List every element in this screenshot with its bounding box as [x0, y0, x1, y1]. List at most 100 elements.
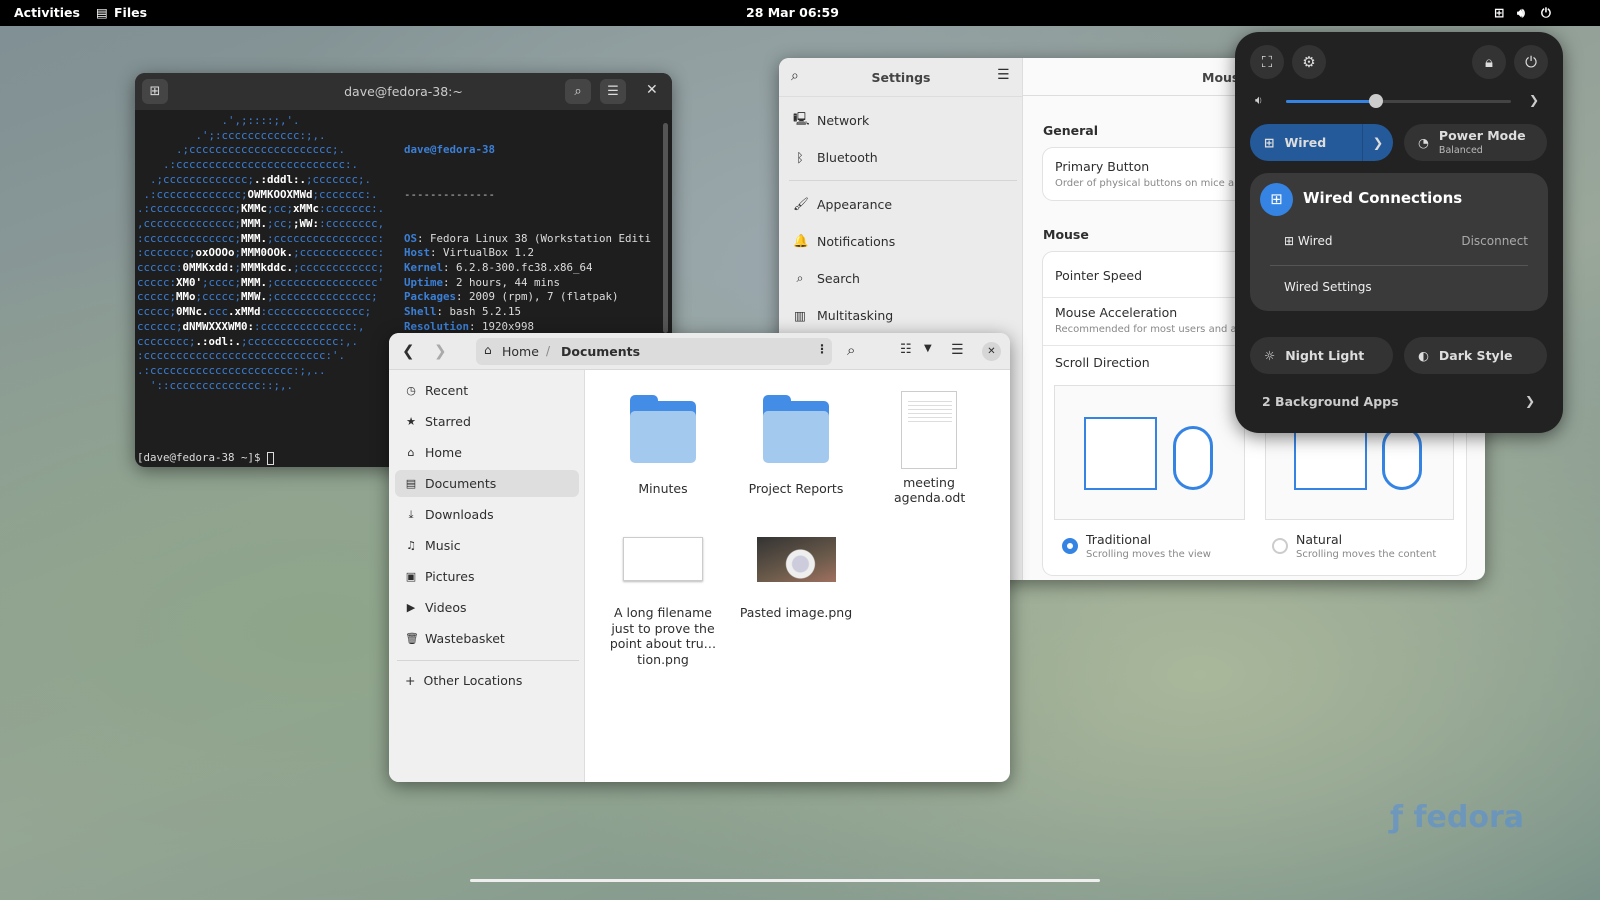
menu-icon[interactable]: ☰: [600, 79, 626, 104]
background-apps-button[interactable]: 2 Background Apps: [1262, 394, 1399, 409]
forward-button[interactable]: ❯: [434, 342, 447, 360]
clock[interactable]: 28 Mar 06:59: [746, 5, 839, 20]
network-wired-icon: ⊞: [1260, 183, 1293, 216]
screenshot-icon[interactable]: ⛶: [1250, 45, 1284, 79]
sidebar-item-label: Home: [425, 445, 462, 460]
wired-expand-button[interactable]: ❯: [1362, 124, 1393, 161]
music-icon: ♫: [406, 539, 416, 552]
app-menu[interactable]: Files: [114, 5, 147, 20]
general-heading: General: [1043, 123, 1098, 138]
file-item-pasted-image[interactable]: Pasted image.png: [731, 537, 861, 620]
menu-icon[interactable]: ☰: [997, 67, 1010, 83]
network-icon[interactable]: ⊞: [1494, 5, 1504, 20]
sidebar-item-recent[interactable]: ◷ Recent: [395, 377, 579, 404]
file-item-minutes[interactable]: Minutes: [598, 395, 728, 496]
lock-icon[interactable]: 🔒︎: [1472, 45, 1506, 79]
wired-settings-button[interactable]: Wired Settings: [1284, 280, 1372, 294]
terminal-header: ⊞ dave@fedora-38:~ ⌕ ☰ ✕: [135, 73, 672, 110]
sidebar-item-network[interactable]: 🖳 Network: [793, 110, 869, 130]
sidebar-item-other-locations[interactable]: + Other Locations: [395, 667, 579, 694]
disconnect-button[interactable]: Disconnect: [1461, 234, 1528, 248]
power-icon[interactable]: ⏻: [1541, 5, 1551, 21]
search-icon[interactable]: ⌕: [847, 341, 855, 359]
files-window[interactable]: ❮ ❯ ⌂ Home / Documents ⋮ ⌕ ☷ ▼ ☰ ✕ ◷ Rece…: [389, 333, 1010, 782]
scroll-direction-label: Scroll Direction: [1055, 355, 1150, 370]
notifications-icon: 🔔: [793, 233, 809, 248]
scrollbar[interactable]: [663, 123, 668, 333]
file-name: A long filename just to prove the point …: [609, 605, 717, 667]
traditional-radio[interactable]: [1062, 538, 1078, 554]
mouse-heading: Mouse: [1043, 227, 1089, 242]
sidebar-item-pictures[interactable]: ▣ Pictures: [395, 563, 579, 590]
sidebar-item-wastebasket[interactable]: 🗑 Wastebasket: [395, 625, 579, 652]
night-light-label: Night Light: [1285, 348, 1365, 363]
pointer-speed-row[interactable]: Pointer Speed: [1055, 268, 1142, 283]
night-light-toggle[interactable]: ☼ Night Light: [1250, 337, 1393, 374]
chevron-right-icon[interactable]: ❯: [1529, 93, 1539, 107]
files-app-icon: ▤: [96, 5, 108, 20]
document-thumbnail: [901, 391, 957, 469]
sidebar-item-label: Appearance: [817, 196, 893, 212]
mouse-illustration: [1382, 426, 1422, 490]
mouse-acceleration-row[interactable]: Mouse Acceleration: [1055, 305, 1177, 320]
starred-icon: ★: [406, 415, 416, 428]
sidebar-item-label: Wastebasket: [425, 631, 505, 646]
multitasking-icon: ▥: [794, 307, 806, 323]
traditional-illustration[interactable]: [1054, 385, 1245, 520]
videos-icon: ▶: [406, 601, 416, 614]
sidebar-item-search[interactable]: ⌕ Search: [793, 268, 859, 288]
gear-icon[interactable]: ⚙: [1292, 45, 1326, 79]
shell-prompt[interactable]: [dave@fedora-38 ~]$: [137, 451, 275, 466]
sidebar-item-bluetooth[interactable]: ᛒ Bluetooth: [793, 147, 877, 167]
search-icon[interactable]: ⌕: [565, 79, 591, 104]
connection-label: Wired: [1297, 234, 1333, 248]
file-item-project-reports[interactable]: Project Reports: [731, 395, 861, 496]
sidebar-item-multitasking[interactable]: ▥ Multitasking: [793, 305, 893, 325]
kebab-menu-icon[interactable]: ⋮: [816, 342, 828, 356]
info-line: Host: VirtualBox 1.2: [404, 246, 535, 260]
logo-line: :cccccccccccccc;MMM.;cccccccccccccccc:: [137, 231, 385, 245]
user-host: dave@fedora-38: [404, 143, 496, 157]
sidebar-item-label: Other Locations: [423, 673, 523, 688]
logo-line: :ccccccc;oxOOOo;MMM0OOk.;cccccccccccc:: [137, 246, 385, 260]
close-icon[interactable]: ✕: [982, 342, 1001, 361]
file-item-meeting-agenda[interactable]: meeting agenda.odt: [864, 391, 994, 505]
sidebar-item-notifications[interactable]: 🔔 Notifications: [793, 231, 895, 251]
sidebar-item-videos[interactable]: ▶ Videos: [395, 594, 579, 621]
dark-style-toggle[interactable]: ◐ Dark Style: [1404, 337, 1547, 374]
sidebar-item-documents[interactable]: ▤ Documents: [395, 470, 579, 497]
wired-connection-item[interactable]: ⊞ Wired: [1284, 234, 1332, 248]
wastebasket-icon: 🗑: [405, 632, 419, 645]
volume-slider[interactable]: [1286, 94, 1511, 108]
power-icon[interactable]: ⏻: [1514, 45, 1548, 79]
natural-radio[interactable]: [1272, 538, 1288, 554]
sidebar-item-starred[interactable]: ★ Starred: [395, 408, 579, 435]
dock-edge: [470, 879, 1100, 882]
chevron-right-icon[interactable]: ❯: [1525, 394, 1535, 408]
sidebar-item-appearance[interactable]: 🖌 Appearance: [793, 194, 892, 214]
sidebar-item-music[interactable]: ♫ Music: [395, 532, 579, 559]
list-view-icon[interactable]: ☷: [900, 342, 912, 357]
file-item-long-filename[interactable]: A long filename just to prove the point …: [598, 537, 728, 667]
sidebar-item-label: Videos: [425, 600, 467, 615]
bluetooth-icon: ᛒ: [796, 149, 804, 165]
sidebar-item-downloads[interactable]: ⤓ Downloads: [395, 501, 579, 528]
path-documents[interactable]: Documents: [561, 344, 640, 359]
path-home[interactable]: Home: [502, 344, 539, 359]
activities-button[interactable]: Activities: [14, 5, 80, 20]
wired-toggle[interactable]: ⊞ Wired ❯: [1250, 124, 1393, 161]
volume-icon[interactable]: 🔊︎: [1517, 5, 1525, 21]
separator: --------------: [404, 187, 496, 201]
back-button[interactable]: ❮: [402, 342, 415, 360]
folder-icon: [630, 395, 696, 463]
menu-icon[interactable]: ☰: [951, 342, 964, 358]
home-icon: ⌂: [407, 446, 415, 459]
power-mode-toggle[interactable]: ◔ Power Mode Balanced: [1404, 124, 1547, 161]
sidebar-item-home[interactable]: ⌂ Home: [395, 439, 579, 466]
divider: [789, 180, 1017, 181]
chevron-down-icon[interactable]: ▼: [924, 343, 932, 354]
power-mode-icon: ◔: [1418, 135, 1429, 150]
close-icon[interactable]: ✕: [646, 82, 658, 98]
image-thumbnail: [623, 537, 703, 581]
folder-icon: [763, 395, 829, 463]
